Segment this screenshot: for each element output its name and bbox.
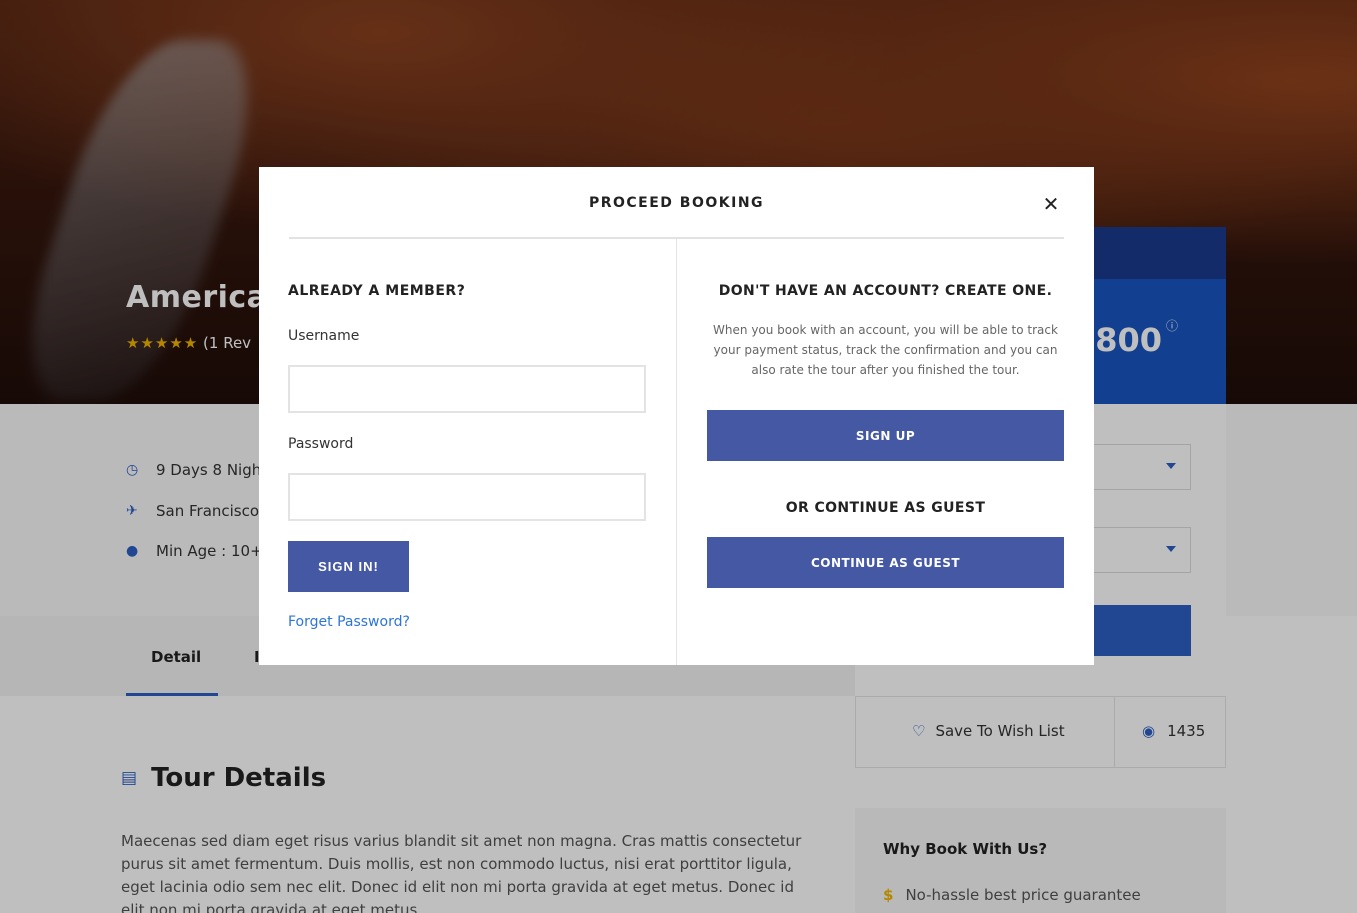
sign-up-button[interactable]: SIGN UP xyxy=(707,410,1064,461)
username-label: Username xyxy=(288,328,360,344)
create-account-heading: DON'T HAVE AN ACCOUNT? CREATE ONE. xyxy=(718,283,1053,299)
password-input[interactable] xyxy=(288,473,646,521)
member-heading: ALREADY A MEMBER? xyxy=(288,283,466,299)
create-account-description: When you book with an account, you will … xyxy=(713,323,1058,377)
continue-as-guest-button[interactable]: CONTINUE AS GUEST xyxy=(707,537,1064,588)
modal-title: PROCEED BOOKING xyxy=(588,195,765,211)
close-icon[interactable]: ✕ xyxy=(1041,192,1061,216)
forgot-password-link[interactable]: Forget Password? xyxy=(288,614,410,630)
guest-heading: OR CONTINUE AS GUEST xyxy=(785,500,986,516)
proceed-booking-modal: PROCEED BOOKING ✕ ALREADY A MEMBER? User… xyxy=(259,167,1094,665)
password-label: Password xyxy=(288,436,354,452)
username-input[interactable] xyxy=(288,365,646,413)
sign-in-button[interactable]: SIGN IN! xyxy=(288,541,409,592)
modal-column-divider xyxy=(676,239,677,665)
